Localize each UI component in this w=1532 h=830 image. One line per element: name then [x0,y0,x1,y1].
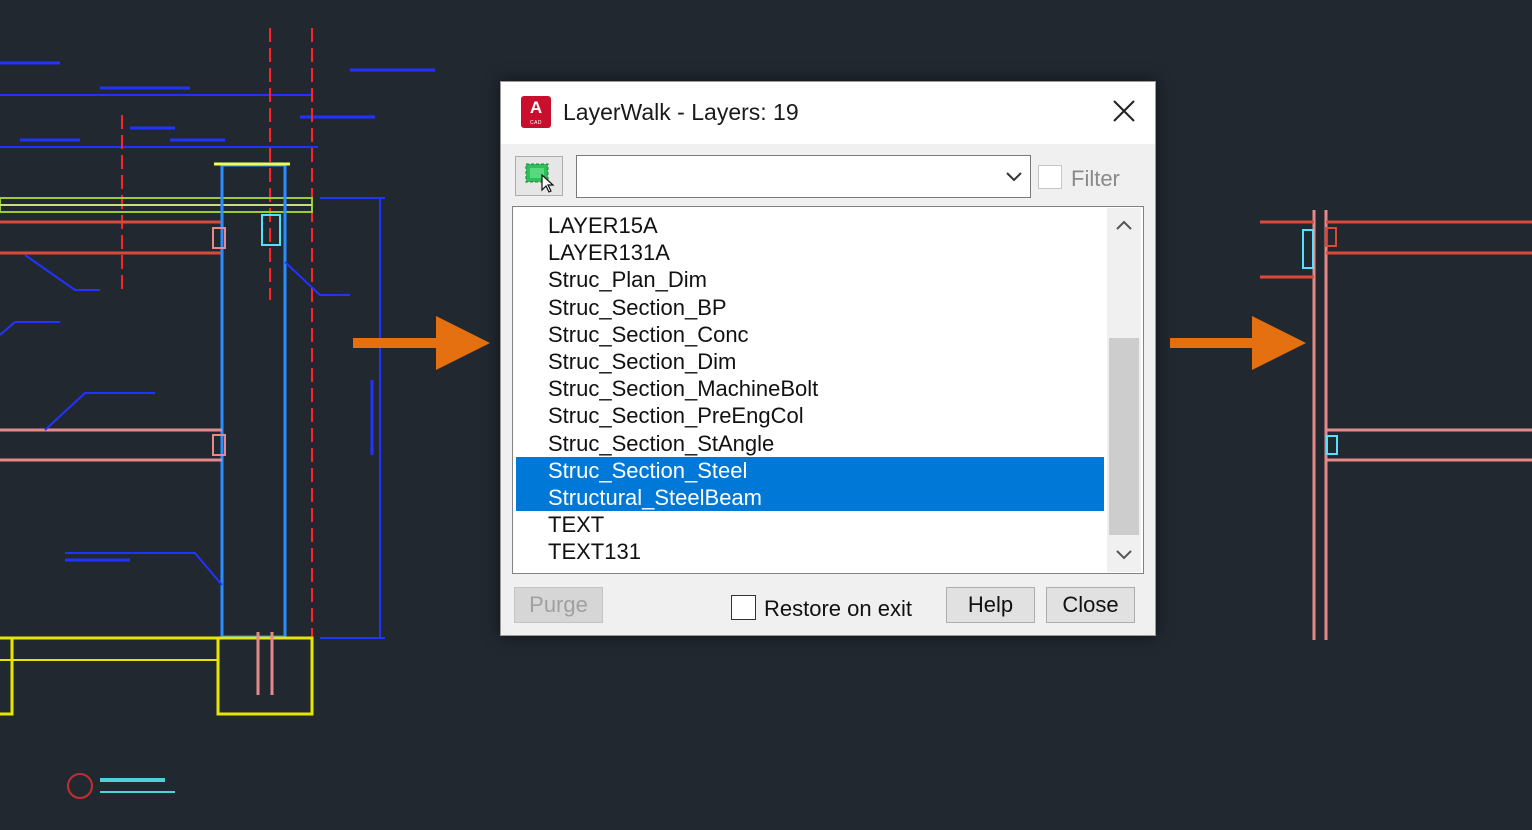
close-icon[interactable] [1109,96,1139,126]
scrollbar-thumb[interactable] [1109,338,1139,535]
layer-list-item[interactable]: Struc_Plan_Dim [516,266,1104,293]
layer-list-item[interactable]: TEXT [516,511,1104,538]
layerwalk-dialog: A CAD LayerWalk - Layers: 19 Filter LAYE… [500,81,1156,636]
layer-listbox[interactable]: LAYER15A LAYER131A Struc_Plan_Dim Struc_Sec… [512,206,1144,574]
layer-list-item[interactable]: Structural_SteelBeam [516,483,1104,512]
layer-list-item[interactable]: Struc_Section_BP [516,294,1104,321]
arrow-left [353,316,490,370]
right-cad-drawing [1260,210,1532,640]
app-icon-sub: CAD [529,120,543,126]
left-cad-drawing [0,28,435,799]
layer-list-item[interactable]: Struc_Section_Steel [516,456,1104,484]
scroll-down-icon[interactable] [1107,538,1141,572]
restore-on-exit-checkbox[interactable] [731,595,756,620]
chevron-down-icon[interactable] [1004,168,1024,186]
layer-filter-combobox[interactable] [576,155,1031,198]
dialog-titlebar[interactable]: A CAD LayerWalk - Layers: 19 [501,82,1155,144]
layer-list-item[interactable]: Struc_Section_Conc [516,321,1104,348]
filter-checkbox[interactable] [1038,165,1062,189]
arrow-right [1170,316,1306,370]
app-icon-letter: A [529,98,543,117]
scroll-up-icon[interactable] [1107,208,1141,242]
layer-list: LAYER15A LAYER131A Struc_Plan_Dim Struc_Sec… [516,212,1104,565]
layer-list-item[interactable]: TEXT131 [516,538,1104,565]
layer-list-item[interactable]: LAYER15A [516,212,1104,239]
close-button[interactable]: Close [1046,587,1135,623]
select-objects-icon [525,163,555,193]
select-objects-button[interactable] [515,156,563,196]
layer-list-item[interactable]: Struc_Section_StAngle [516,430,1104,457]
list-scrollbar[interactable] [1107,208,1141,572]
dialog-title: LayerWalk - Layers: 19 [563,99,799,125]
layer-list-item[interactable]: LAYER131A [516,239,1104,266]
layer-list-item[interactable]: Struc_Section_Dim [516,348,1104,375]
help-button[interactable]: Help [946,587,1035,623]
layer-list-item[interactable]: Struc_Section_PreEngCol [516,402,1104,429]
purge-button[interactable]: Purge [514,587,603,623]
autocad-app-icon: A CAD [521,96,551,128]
layer-list-item[interactable]: Struc_Section_MachineBolt [516,375,1104,402]
restore-on-exit-label: Restore on exit [764,596,912,621]
filter-label: Filter [1071,166,1120,191]
